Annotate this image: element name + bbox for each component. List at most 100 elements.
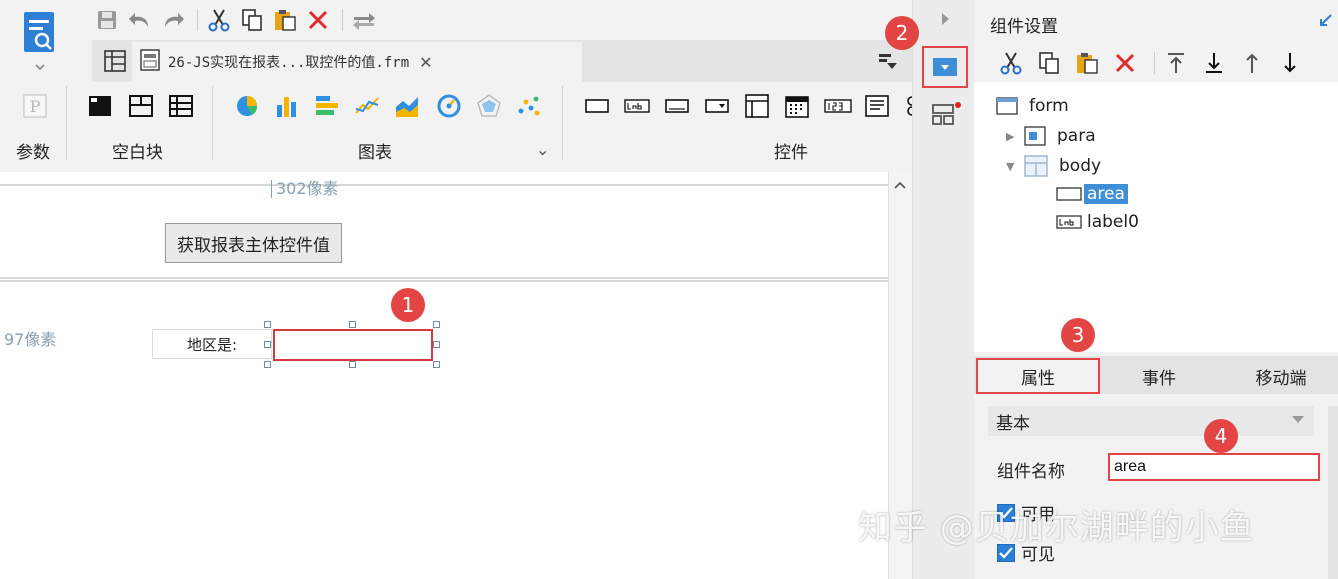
cut-icon[interactable]	[996, 48, 1026, 78]
area-widget[interactable]	[273, 329, 433, 361]
section-header-basic[interactable]: 基本	[988, 406, 1314, 436]
move-up-icon[interactable]	[1237, 48, 1267, 78]
save-icon[interactable]	[92, 5, 122, 35]
document-tab-strip: 26-JS实现在报表...取控件的值.frm ✕	[92, 40, 912, 82]
move-to-top-icon[interactable]	[1161, 48, 1191, 78]
document-tab[interactable]: 26-JS实现在报表...取控件的值.frm ✕	[132, 42, 582, 82]
group-label-blank-block: 空白块	[112, 143, 163, 163]
tree-node-form[interactable]: form	[996, 93, 1072, 119]
expand-right-icon[interactable]	[941, 12, 951, 30]
paste-icon[interactable]	[270, 5, 300, 35]
grid-report-icon[interactable]	[104, 50, 126, 76]
radar-chart-icon[interactable]	[476, 93, 502, 119]
form-file-icon	[140, 49, 162, 75]
tree-node-label: para	[1057, 126, 1096, 146]
tab-events[interactable]: 事件	[1098, 358, 1220, 394]
dropdown-widget-icon[interactable]	[704, 93, 730, 119]
textarea-widget-icon[interactable]	[864, 93, 890, 119]
tree-node-label0[interactable]: label0	[1056, 209, 1142, 235]
number-widget-icon[interactable]	[824, 93, 852, 119]
resize-handle[interactable]	[264, 361, 271, 368]
body-pane[interactable]	[0, 280, 888, 579]
cut-icon[interactable]	[204, 5, 234, 35]
frame-widget-icon[interactable]	[744, 93, 770, 119]
ribbon-toolbar: 26-JS实现在报表...取控件的值.frm ✕ P 参数 空白块 图表 ⌄ 控…	[0, 0, 914, 172]
resize-handle[interactable]	[433, 341, 440, 348]
calendar-widget-icon[interactable]	[784, 93, 810, 119]
divider	[1154, 52, 1155, 74]
form-node-icon	[996, 97, 1018, 115]
side-toggle-strip: 2	[885, 0, 974, 579]
component-settings-panel: 组件设置 form ▶ para ▼ body area label0 3 属性…	[974, 0, 1338, 579]
design-canvas[interactable]: 获取报表主体控件值 302像素 97像素 地区是: 1	[0, 172, 912, 579]
resize-handle[interactable]	[349, 321, 356, 328]
pie-chart-icon[interactable]	[234, 93, 260, 119]
document-tab-title: 26-JS实现在报表...取控件的值.frm	[168, 55, 410, 71]
tree-node-body[interactable]: ▼ body	[1006, 153, 1104, 179]
layout-settings-icon[interactable]	[931, 102, 961, 130]
resize-handle[interactable]	[264, 341, 271, 348]
tab-block-icon[interactable]	[128, 93, 154, 119]
gauge-chart-icon[interactable]	[436, 93, 462, 119]
scatter-chart-icon[interactable]	[516, 93, 542, 119]
label0-widget[interactable]: 地区是:	[152, 329, 272, 359]
table-block-icon[interactable]	[168, 93, 194, 119]
horizontal-bar-chart-icon[interactable]	[314, 93, 340, 119]
group-label-chart: 图表	[358, 143, 392, 163]
resize-handle[interactable]	[433, 321, 440, 328]
swap-icon[interactable]	[349, 5, 379, 35]
resize-handle[interactable]	[433, 361, 440, 368]
resize-handle[interactable]	[264, 321, 271, 328]
parameter-pane[interactable]: 获取报表主体控件值	[0, 184, 888, 279]
component-tree: form ▶ para ▼ body area label0	[974, 82, 1338, 352]
tree-node-para[interactable]: ▶ para	[1006, 123, 1099, 149]
delete-icon[interactable]	[303, 5, 333, 35]
settings-tabs: 属性 事件 移动端	[974, 356, 1338, 394]
absolute-block-icon[interactable]	[87, 93, 113, 119]
move-down-icon[interactable]	[1275, 48, 1305, 78]
component-settings-toggle[interactable]	[922, 46, 968, 88]
watermark: 知乎 @贝加尔湖畔的小鱼	[858, 508, 1255, 548]
label-widget-icon[interactable]	[624, 93, 650, 119]
component-name-label: 组件名称	[997, 462, 1065, 482]
quick-toolbar	[92, 4, 382, 36]
group-label-param: 参数	[16, 143, 50, 163]
close-icon[interactable]: ✕	[419, 53, 432, 72]
area-chart-icon[interactable]	[394, 93, 420, 119]
component-name-input[interactable]	[1108, 453, 1320, 481]
bar-chart-icon[interactable]	[274, 93, 300, 119]
parameter-icon-text: P	[30, 97, 41, 116]
app-logo-icon[interactable]	[22, 10, 58, 72]
resize-handle[interactable]	[349, 361, 356, 368]
properties-scrollbar[interactable]	[1328, 406, 1338, 579]
tree-node-area[interactable]: area	[1056, 181, 1128, 207]
delete-icon[interactable]	[1110, 48, 1140, 78]
parameter-icon[interactable]: P	[22, 93, 48, 119]
height-ruler: 97像素	[4, 330, 57, 349]
collapse-arrow-icon[interactable]: ▼	[1006, 160, 1018, 173]
tree-node-label: area	[1084, 184, 1128, 204]
expand-arrow-icon[interactable]: ▶	[1006, 130, 1018, 143]
move-to-bottom-icon[interactable]	[1199, 48, 1229, 78]
text-field-widget-icon[interactable]	[664, 93, 690, 119]
tab-properties[interactable]: 属性	[976, 358, 1100, 394]
get-report-value-button[interactable]: 获取报表主体控件值	[165, 223, 342, 263]
button-widget-icon[interactable]	[584, 93, 610, 119]
copy-icon[interactable]	[1034, 48, 1064, 78]
divider	[197, 9, 198, 31]
section-title: 基本	[996, 413, 1030, 434]
tab-mobile[interactable]: 移动端	[1220, 358, 1338, 394]
chevron-up-icon[interactable]	[894, 178, 906, 193]
collapse-panel-icon[interactable]	[1318, 14, 1332, 32]
chart-expand-icon[interactable]: ⌄	[536, 140, 549, 159]
paste-icon[interactable]	[1072, 48, 1102, 78]
para-node-icon	[1024, 126, 1046, 146]
divider	[562, 86, 563, 160]
tab-menu-icon[interactable]	[878, 52, 898, 74]
line-chart-icon[interactable]	[354, 93, 380, 119]
undo-icon[interactable]	[125, 5, 155, 35]
copy-icon[interactable]	[237, 5, 267, 35]
redo-icon[interactable]	[158, 5, 188, 35]
step-marker-4: 4	[1204, 419, 1238, 453]
tree-node-label: label0	[1087, 212, 1139, 232]
